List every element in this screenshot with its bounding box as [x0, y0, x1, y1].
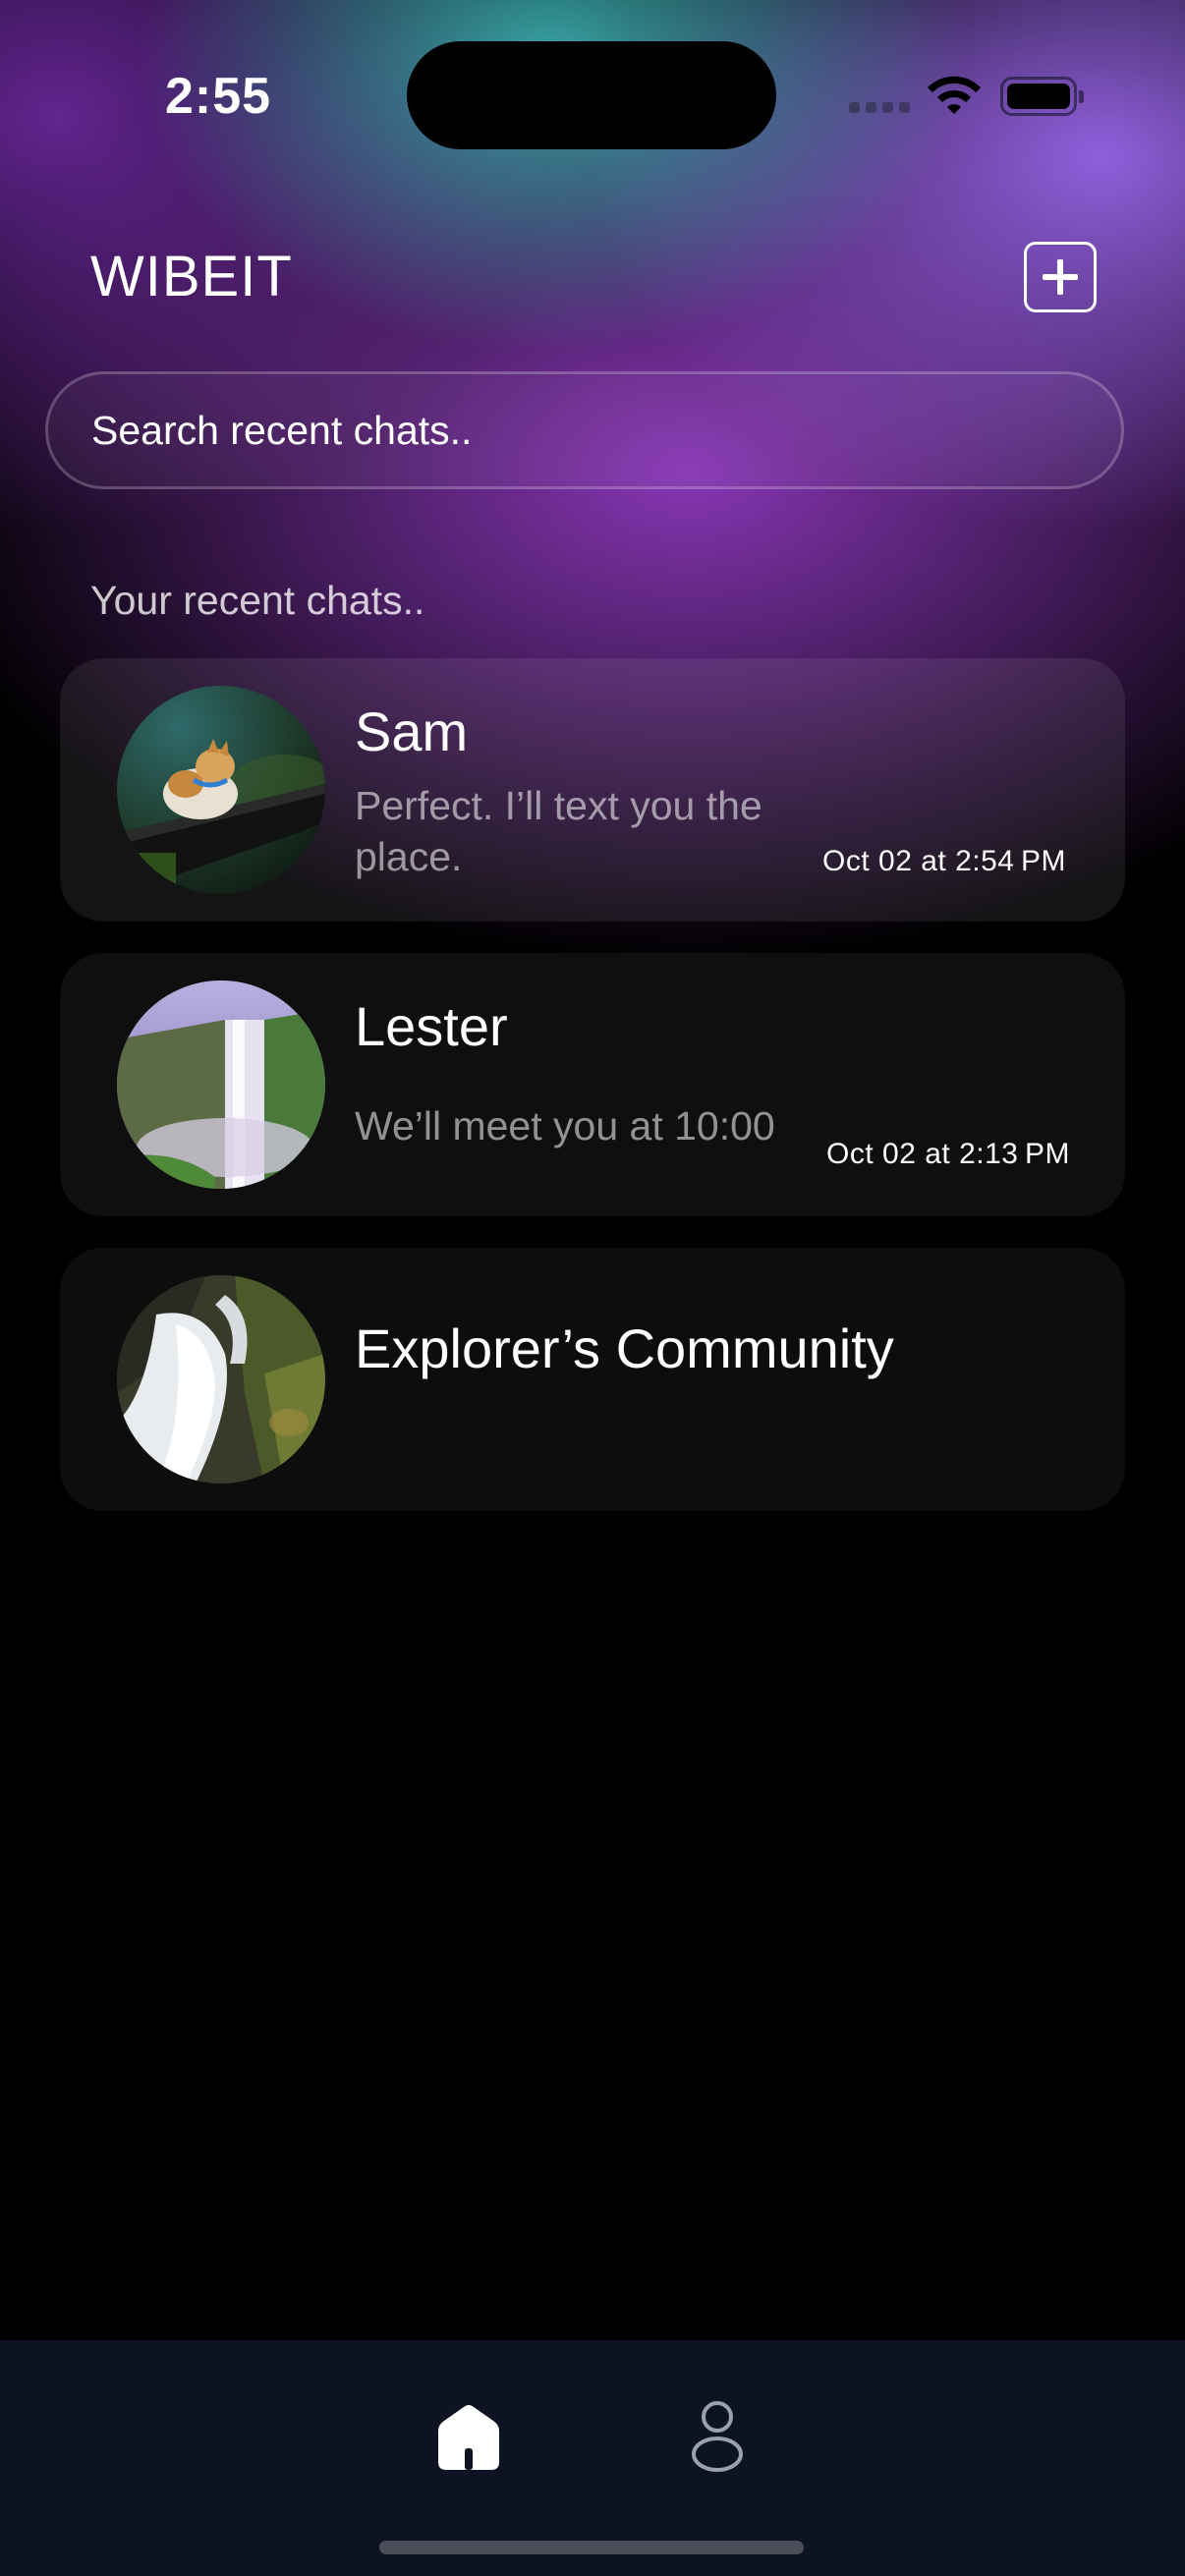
waterfall-rocks-photo: [117, 1275, 325, 1484]
battery-icon: [1000, 77, 1084, 116]
search-bar[interactable]: [45, 371, 1124, 489]
wifi-icon: [928, 76, 981, 114]
cat-photo: [117, 686, 325, 894]
chat-item[interactable]: Explorer’s Community: [60, 1248, 1125, 1511]
chat-preview: We’ll meet you at 10:00: [355, 1103, 775, 1148]
chat-name: Lester: [355, 995, 508, 1057]
tab-bar: [0, 2340, 1185, 2576]
profile-icon[interactable]: [688, 2399, 747, 2474]
avatar: [117, 980, 325, 1189]
chat-item[interactable]: Sam Perfect. I’ll text you the place. Oc…: [60, 658, 1125, 922]
app-title: WIBEIT: [90, 245, 293, 308]
section-label: Your recent chats..: [90, 578, 425, 623]
home-indicator: [379, 2541, 804, 2554]
home-icon[interactable]: [432, 2403, 505, 2472]
chat-timestamp: Oct 02 at 2:54 PM: [822, 845, 1066, 877]
waterfall-photo: [117, 980, 325, 1189]
avatar: [117, 1275, 325, 1484]
dynamic-island: [407, 41, 776, 149]
avatar: [117, 686, 325, 894]
search-input[interactable]: [91, 407, 1121, 454]
chat-preview: Perfect. I’ll text you the place.: [355, 783, 762, 879]
chat-timestamp: Oct 02 at 2:13 PM: [826, 1138, 1070, 1170]
status-time: 2:55: [165, 68, 272, 125]
chat-list-screen: 2:55 WIBEIT Your recent chats..: [0, 0, 1185, 2576]
status-bar: 2:55: [0, 0, 1185, 196]
chat-item[interactable]: Lester We’ll meet you at 10:00 Oct 02 at…: [60, 953, 1125, 1216]
cellular-signal-icon: [849, 102, 910, 113]
new-chat-button[interactable]: [1024, 242, 1097, 312]
chat-name: Sam: [355, 700, 469, 762]
chat-name: Explorer’s Community: [355, 1317, 894, 1379]
plus-icon: [1043, 259, 1078, 295]
